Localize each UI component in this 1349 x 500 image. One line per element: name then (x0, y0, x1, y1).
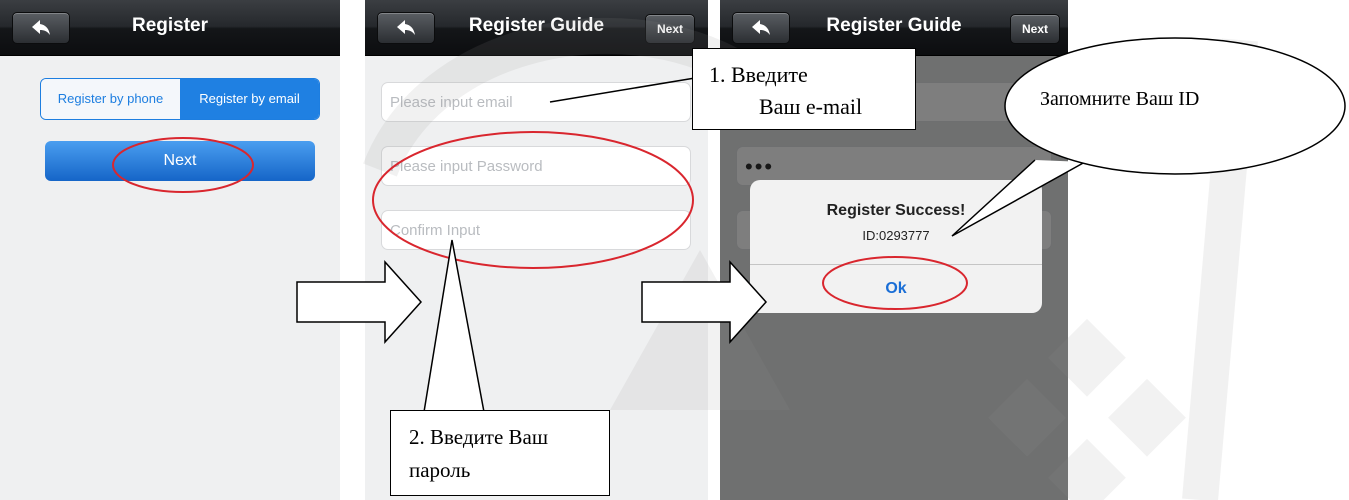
registered-id: ID:0293777 (862, 228, 930, 243)
tab-register-by-phone[interactable]: Register by phone (41, 79, 180, 119)
password-field[interactable]: Please input Password (381, 146, 691, 186)
next-button[interactable]: Next (45, 141, 315, 181)
confirm-password-field[interactable]: Confirm Input (381, 210, 691, 250)
register-success-dialog: Register Success! ID:0293777 Ok (750, 180, 1042, 313)
back-button[interactable] (732, 12, 790, 44)
email-callout-line1: 1. Введите (709, 62, 808, 87)
email-callout-line2: Ваш e-mail (759, 94, 863, 119)
tab-register-by-email[interactable]: Register by email (180, 79, 319, 119)
dialog-title: Register Success! (826, 202, 966, 219)
back-arrow-icon (397, 20, 415, 35)
screen-register: Register Register by phone Register by e… (0, 0, 340, 500)
id-callout-text: Запомните Ваш ID (1040, 88, 1200, 110)
nav-bar: Register Guide Next (365, 0, 708, 56)
password-callout-line1: 2. Введите Ваш (409, 425, 549, 449)
back-arrow-icon (32, 20, 50, 35)
email-field[interactable]: Please input email (381, 82, 691, 122)
back-button[interactable] (377, 12, 435, 44)
back-arrow-icon (752, 20, 770, 35)
ok-button[interactable]: Ok (750, 264, 1042, 313)
nav-next-button[interactable]: Next (645, 14, 695, 44)
register-mode-toggle: Register by phone Register by email (40, 78, 320, 120)
password-callout-line2: пароль (409, 458, 471, 482)
nav-bar: Register (0, 0, 340, 56)
back-button[interactable] (12, 12, 70, 44)
nav-next-button[interactable]: Next (1010, 14, 1060, 44)
email-callout: 1. Введите Ваш e-mail (692, 48, 916, 130)
password-callout: 2. Введите Ваш пароль (390, 410, 610, 496)
